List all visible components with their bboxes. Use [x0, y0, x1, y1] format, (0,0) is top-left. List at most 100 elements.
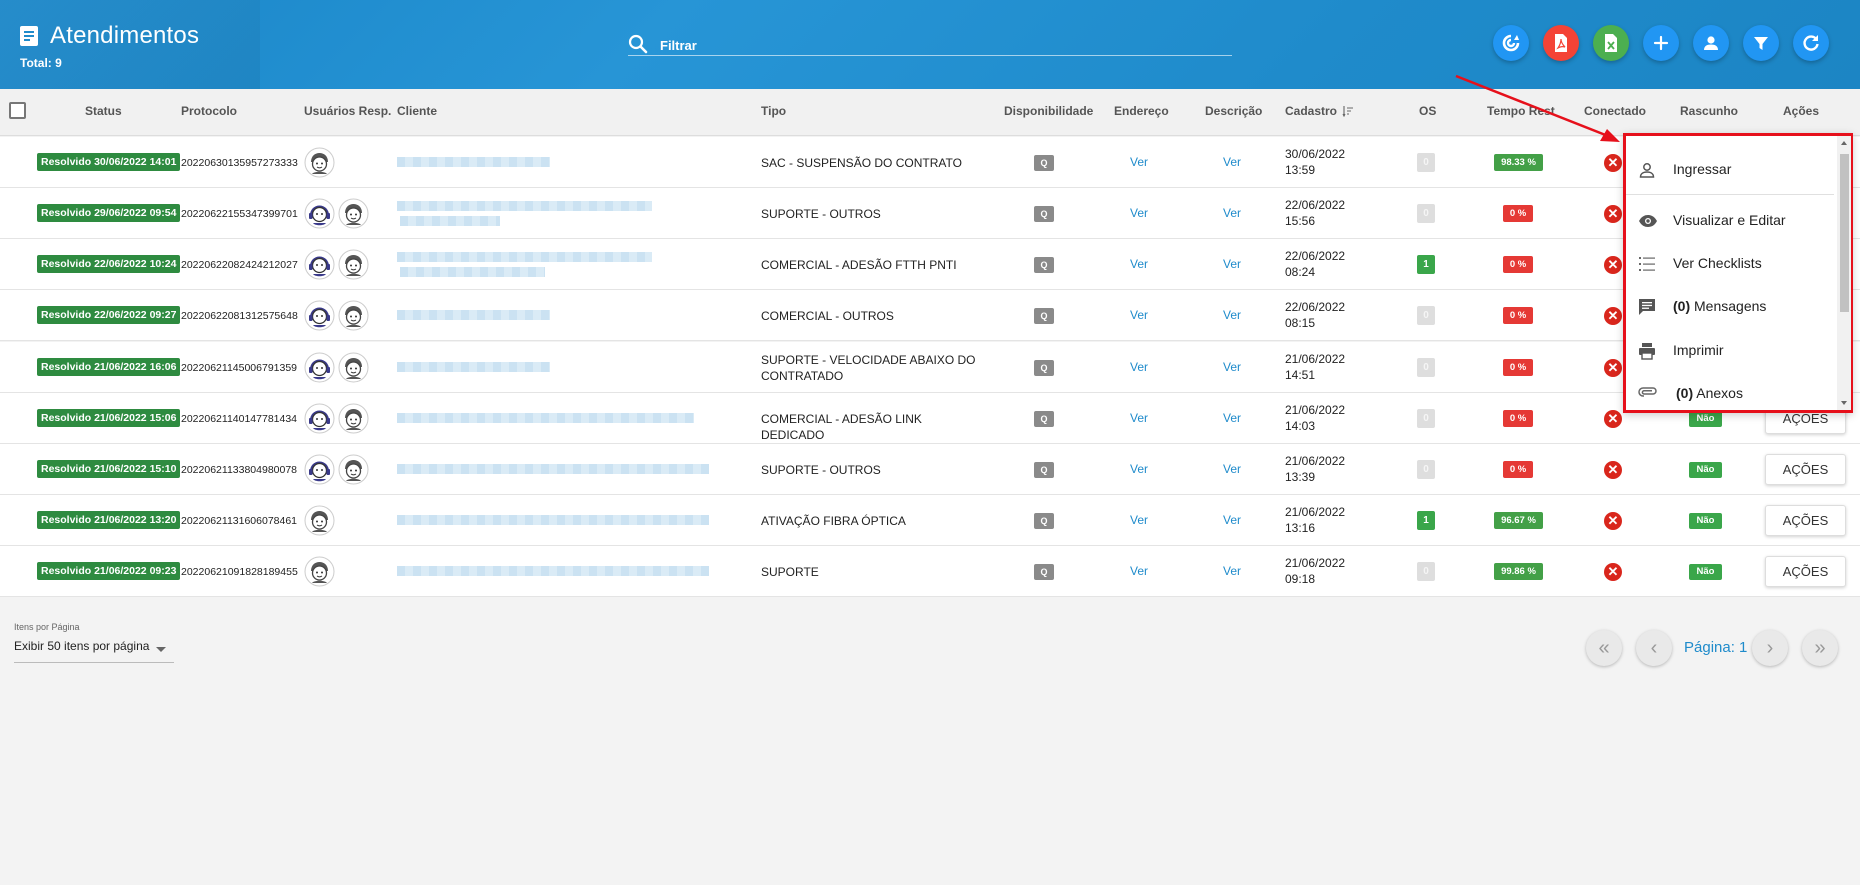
col-descricao[interactable]: Descrição: [1205, 104, 1262, 118]
status-badge: Resolvido 30/06/2022 14:01: [37, 153, 181, 171]
table-row[interactable]: Resolvido 21/06/2022 09:23 20220621091828…: [0, 546, 1860, 597]
add-button[interactable]: [1643, 25, 1679, 61]
created-time: 15:56: [1285, 214, 1316, 228]
menu-item-checklists[interactable]: Ver Checklists: [1626, 243, 1833, 283]
table-row[interactable]: Resolvido 21/06/2022 15:06 20220621140147…: [0, 393, 1860, 444]
user-button[interactable]: [1693, 25, 1729, 61]
client-name-redacted: [397, 201, 652, 211]
description-link[interactable]: Ver: [1223, 206, 1241, 220]
menu-label-mensagens: (0) Mensagens: [1673, 298, 1766, 314]
client-name-redacted: [397, 157, 550, 167]
address-link[interactable]: Ver: [1130, 411, 1148, 425]
description-link[interactable]: Ver: [1223, 462, 1241, 476]
protocol-number: 20220621131606078461: [181, 515, 298, 527]
title-block: Atendimentos Total: 9: [20, 22, 199, 70]
chevron-right-icon: ›: [1766, 636, 1774, 659]
description-link[interactable]: Ver: [1223, 257, 1241, 271]
description-link[interactable]: Ver: [1223, 308, 1241, 322]
col-usuarios[interactable]: Usuários Resp.: [304, 104, 391, 118]
scrollbar-thumb[interactable]: [1840, 154, 1849, 312]
col-cliente[interactable]: Cliente: [397, 104, 437, 118]
ticket-type: SUPORTE - OUTROS: [761, 463, 881, 477]
col-endereco[interactable]: Endereço: [1114, 104, 1169, 118]
refresh-button[interactable]: [1793, 25, 1829, 61]
col-protocolo[interactable]: Protocolo: [181, 104, 237, 118]
status-badge: Resolvido 21/06/2022 09:23: [37, 562, 181, 580]
menu-label-anexos: (0) Anexos: [1676, 385, 1743, 401]
menu-item-anexos[interactable]: (0) Anexos: [1626, 373, 1833, 413]
address-link[interactable]: Ver: [1130, 257, 1148, 271]
agent-avatar: [304, 300, 335, 331]
first-page-button[interactable]: «: [1586, 630, 1622, 666]
address-link[interactable]: Ver: [1130, 206, 1148, 220]
address-link[interactable]: Ver: [1130, 462, 1148, 476]
description-link[interactable]: Ver: [1223, 360, 1241, 374]
menu-item-visualizar[interactable]: Visualizar e Editar: [1626, 200, 1833, 240]
remaining-time-badge: 0 %: [1503, 359, 1533, 376]
address-link[interactable]: Ver: [1130, 564, 1148, 578]
filter-input[interactable]: Filtrar: [628, 32, 1232, 56]
protocol-number: 20220621140147781434: [181, 413, 298, 425]
menu-label-imprimir: Imprimir: [1673, 342, 1724, 358]
created-datetime: 21/06/2022 14:03: [1285, 402, 1345, 434]
next-page-button[interactable]: ›: [1752, 630, 1788, 666]
menu-item-imprimir[interactable]: Imprimir: [1626, 330, 1833, 370]
scroll-down-arrow[interactable]: [1841, 401, 1847, 405]
menu-item-mensagens[interactable]: (0) Mensagens: [1626, 286, 1833, 326]
description-link[interactable]: Ver: [1223, 564, 1241, 578]
client-name-redacted: [397, 413, 694, 423]
description-link[interactable]: Ver: [1223, 155, 1241, 169]
address-link[interactable]: Ver: [1130, 308, 1148, 322]
ticket-type: SUPORTE: [761, 565, 819, 579]
table-row[interactable]: Resolvido 29/06/2022 09:54 20220622155347…: [0, 188, 1860, 239]
actions-button[interactable]: AÇÕES: [1765, 556, 1846, 587]
menu-label-ingressar: Ingressar: [1673, 161, 1732, 177]
os-count-badge: 0: [1417, 204, 1435, 223]
availability-badge: Q: [1034, 155, 1054, 171]
table-row[interactable]: Resolvido 22/06/2022 09:27 20220622081312…: [0, 290, 1860, 341]
menu-label-checklists: Ver Checklists: [1673, 255, 1762, 271]
col-cadastro[interactable]: Cadastro: [1285, 104, 1354, 118]
address-link[interactable]: Ver: [1130, 360, 1148, 374]
description-link[interactable]: Ver: [1223, 411, 1241, 425]
col-os[interactable]: OS: [1419, 104, 1436, 118]
address-link[interactable]: Ver: [1130, 155, 1148, 169]
attachment-count: (0): [1676, 385, 1694, 401]
double-chevron-right-icon: »: [1814, 636, 1826, 659]
items-per-page-select[interactable]: Exibir 50 itens por página: [14, 639, 174, 663]
availability-badge: Q: [1034, 462, 1054, 478]
col-disponibilidade[interactable]: Disponibilidade: [1004, 104, 1093, 118]
col-rascunho[interactable]: Rascunho: [1680, 104, 1738, 118]
menu-item-ingressar[interactable]: Ingressar: [1626, 149, 1833, 189]
sync-button[interactable]: [1493, 25, 1529, 61]
excel-button[interactable]: [1593, 25, 1629, 61]
client-name-redacted: [397, 252, 652, 262]
col-status[interactable]: Status: [85, 104, 122, 118]
prev-page-button[interactable]: ‹: [1636, 630, 1672, 666]
draft-badge: Não: [1689, 513, 1722, 529]
col-acoes[interactable]: Ações: [1783, 104, 1819, 118]
address-link[interactable]: Ver: [1130, 513, 1148, 527]
description-link[interactable]: Ver: [1223, 513, 1241, 527]
table-row[interactable]: Resolvido 21/06/2022 16:06 20220621145006…: [0, 342, 1860, 393]
items-per-page-value: Exibir 50 itens por página: [14, 639, 150, 653]
last-page-button[interactable]: »: [1802, 630, 1838, 666]
pdf-button[interactable]: [1543, 25, 1579, 61]
filter-button[interactable]: [1743, 25, 1779, 61]
created-date: 21/06/2022: [1285, 352, 1346, 366]
protocol-number: 20220622081312575648: [181, 310, 298, 322]
scroll-up-arrow[interactable]: [1841, 141, 1847, 145]
actions-button[interactable]: AÇÕES: [1765, 454, 1846, 485]
message-icon: [1639, 299, 1655, 315]
chevron-left-icon: ‹: [1650, 636, 1658, 659]
table-row[interactable]: Resolvido 21/06/2022 13:20 20220621131606…: [0, 495, 1860, 546]
table-row[interactable]: Resolvido 21/06/2022 15:10 20220621133804…: [0, 444, 1860, 495]
col-tipo[interactable]: Tipo: [761, 104, 786, 118]
select-all-checkbox[interactable]: [9, 102, 26, 119]
created-time: 13:16: [1285, 521, 1316, 535]
filter-icon: [1754, 37, 1768, 50]
menu-scrollbar[interactable]: [1837, 136, 1851, 410]
actions-button[interactable]: AÇÕES: [1765, 505, 1846, 536]
table-row[interactable]: Resolvido 22/06/2022 10:24 20220622082424…: [0, 239, 1860, 290]
disconnected-icon: ✕: [1604, 307, 1622, 325]
